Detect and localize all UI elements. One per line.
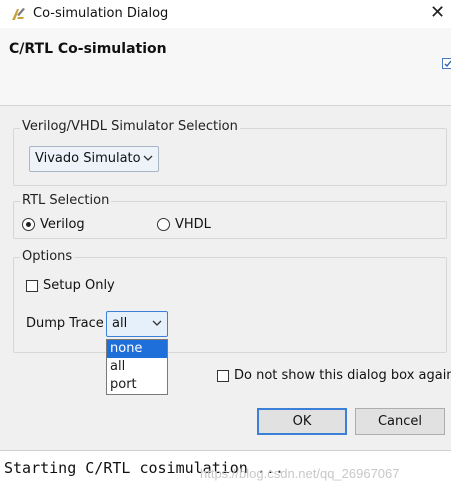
chevron-down-icon <box>152 317 162 332</box>
simulator-selection-label: Verilog/VHDL Simulator Selection <box>20 119 240 134</box>
close-icon[interactable]: ✕ <box>430 2 445 23</box>
simulator-select[interactable]: Vivado Simulator <box>29 146 159 172</box>
dont-show-label[interactable]: Do not show this dialog box again. <box>234 368 451 383</box>
cancel-button[interactable]: Cancel <box>355 408 445 435</box>
radio-selected-dot <box>26 222 31 227</box>
page-title: C/RTL Co-simulation <box>9 41 167 57</box>
watermark-text: https://blog.csdn.net/qq_26967067 <box>200 466 400 481</box>
dropdown-option-all[interactable]: all <box>107 358 167 376</box>
header-checkbox-icon[interactable] <box>442 58 451 69</box>
verilog-radio[interactable] <box>22 218 35 231</box>
ok-button[interactable]: OK <box>257 408 347 435</box>
vivado-logo-icon <box>10 6 26 22</box>
dump-trace-select[interactable]: all <box>106 311 168 337</box>
setup-only-label[interactable]: Setup Only <box>43 278 115 293</box>
rtl-selection-label: RTL Selection <box>20 193 112 208</box>
options-group <box>13 257 447 353</box>
verilog-radio-label[interactable]: Verilog <box>40 217 85 232</box>
title-bar: Co-simulation Dialog ✕ <box>0 0 451 28</box>
dump-trace-dropdown-list: none all port <box>106 339 168 395</box>
vhdl-radio-label[interactable]: VHDL <box>175 217 211 232</box>
dump-trace-select-value: all <box>112 316 128 331</box>
options-label: Options <box>20 249 75 264</box>
dropdown-option-none[interactable]: none <box>107 340 167 358</box>
dialog-header: C/RTL Co-simulation <box>0 28 451 106</box>
setup-only-checkbox[interactable] <box>26 280 38 292</box>
dropdown-option-port[interactable]: port <box>107 376 167 394</box>
dump-trace-label: Dump Trace <box>26 316 104 331</box>
window-title: Co-simulation Dialog <box>33 6 169 21</box>
vhdl-radio[interactable] <box>157 218 170 231</box>
chevron-down-icon <box>140 152 153 167</box>
simulator-select-value: Vivado Simulator <box>35 151 146 166</box>
dont-show-checkbox[interactable] <box>217 370 229 382</box>
